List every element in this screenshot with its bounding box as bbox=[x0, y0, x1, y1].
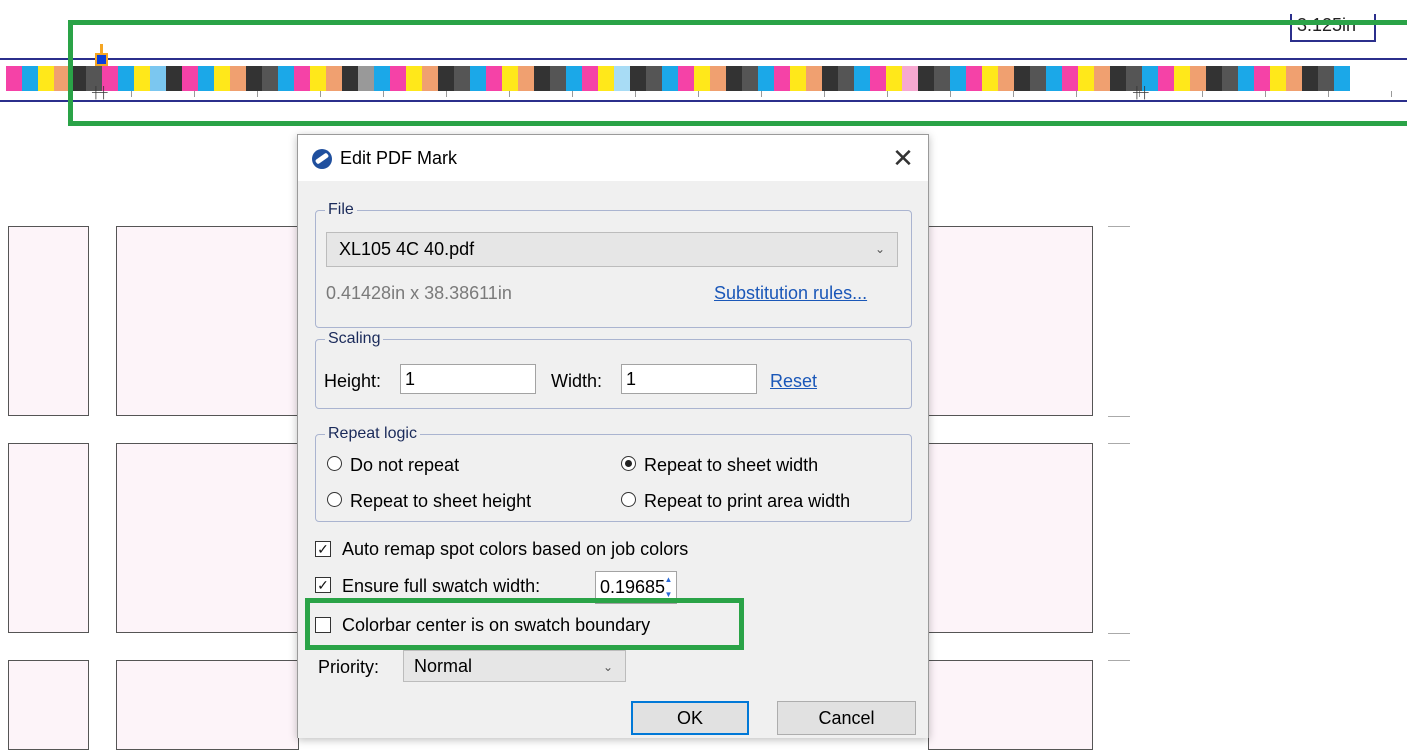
page-tile[interactable] bbox=[116, 443, 299, 633]
colorbar-highlight bbox=[68, 20, 1407, 126]
radio-repeat-sheet-width-label[interactable]: Repeat to sheet width bbox=[644, 455, 818, 476]
page-tile[interactable] bbox=[8, 443, 89, 633]
color-swatch bbox=[22, 66, 38, 91]
page-tile[interactable] bbox=[8, 226, 89, 416]
swatch-width-value: 0.19685 bbox=[600, 577, 666, 597]
app-logo-icon bbox=[312, 149, 332, 169]
substitution-rules-link[interactable]: Substitution rules... bbox=[714, 283, 867, 304]
dialog-titlebar[interactable]: Edit PDF Mark ✕ bbox=[298, 135, 928, 181]
file-group-legend: File bbox=[325, 200, 357, 220]
height-label: Height: bbox=[324, 371, 382, 391]
page-tile[interactable] bbox=[928, 660, 1093, 750]
page-tile[interactable] bbox=[116, 660, 299, 750]
trim-mark bbox=[1108, 443, 1130, 444]
radio-repeat-print-area-width[interactable] bbox=[621, 492, 636, 507]
trim-mark bbox=[1108, 633, 1130, 634]
cancel-button[interactable]: Cancel bbox=[777, 701, 916, 735]
priority-value: Normal bbox=[414, 656, 473, 676]
spin-up-icon[interactable]: ▲ bbox=[662, 573, 675, 587]
radio-do-not-repeat-label[interactable]: Do not repeat bbox=[350, 455, 459, 476]
file-group: File bbox=[315, 200, 912, 328]
chevron-down-icon: ⌄ bbox=[874, 242, 885, 256]
page-tile[interactable] bbox=[8, 660, 89, 750]
option-highlight bbox=[305, 598, 744, 650]
page-tile[interactable] bbox=[928, 226, 1093, 416]
page-tile[interactable] bbox=[116, 226, 299, 416]
file-select[interactable]: XL105 4C 40.pdf ⌄ bbox=[326, 232, 898, 267]
dialog-title: Edit PDF Mark bbox=[340, 148, 458, 168]
auto-remap-checkbox[interactable]: ✓ bbox=[315, 541, 331, 557]
color-swatch bbox=[38, 66, 54, 91]
width-input[interactable]: 1 bbox=[621, 364, 757, 394]
close-icon[interactable]: ✕ bbox=[886, 141, 920, 175]
width-label: Width: bbox=[551, 371, 603, 391]
color-swatch bbox=[6, 66, 22, 91]
radio-repeat-sheet-height[interactable] bbox=[327, 492, 342, 507]
scaling-group-legend: Scaling bbox=[325, 329, 384, 349]
trim-mark bbox=[1108, 226, 1130, 227]
radio-repeat-sheet-width[interactable] bbox=[621, 456, 636, 471]
radio-do-not-repeat[interactable] bbox=[327, 456, 342, 471]
chevron-down-icon: ⌄ bbox=[602, 660, 613, 674]
dialog-body: File XL105 4C 40.pdf ⌄ 0.41428in x 38.38… bbox=[298, 181, 928, 738]
trim-mark bbox=[1108, 660, 1130, 661]
height-input[interactable]: 1 bbox=[400, 364, 536, 394]
ok-button[interactable]: OK bbox=[631, 701, 749, 735]
reset-link[interactable]: Reset bbox=[770, 371, 817, 392]
trim-mark bbox=[1108, 416, 1130, 417]
file-select-value: XL105 4C 40.pdf bbox=[339, 239, 475, 259]
ensure-swatch-checkbox[interactable]: ✓ bbox=[315, 577, 331, 593]
ensure-swatch-label[interactable]: Ensure full swatch width: bbox=[342, 576, 540, 597]
priority-label: Priority: bbox=[318, 657, 380, 677]
auto-remap-label[interactable]: Auto remap spot colors based on job colo… bbox=[342, 539, 688, 560]
page-tile[interactable] bbox=[928, 443, 1093, 633]
file-dimensions: 0.41428in x 38.38611in bbox=[326, 283, 512, 303]
repeat-logic-legend: Repeat logic bbox=[325, 424, 420, 444]
radio-repeat-sheet-height-label[interactable]: Repeat to sheet height bbox=[350, 491, 531, 512]
radio-repeat-print-area-width-label[interactable]: Repeat to print area width bbox=[644, 491, 850, 512]
priority-select[interactable]: Normal ⌄ bbox=[403, 650, 626, 682]
